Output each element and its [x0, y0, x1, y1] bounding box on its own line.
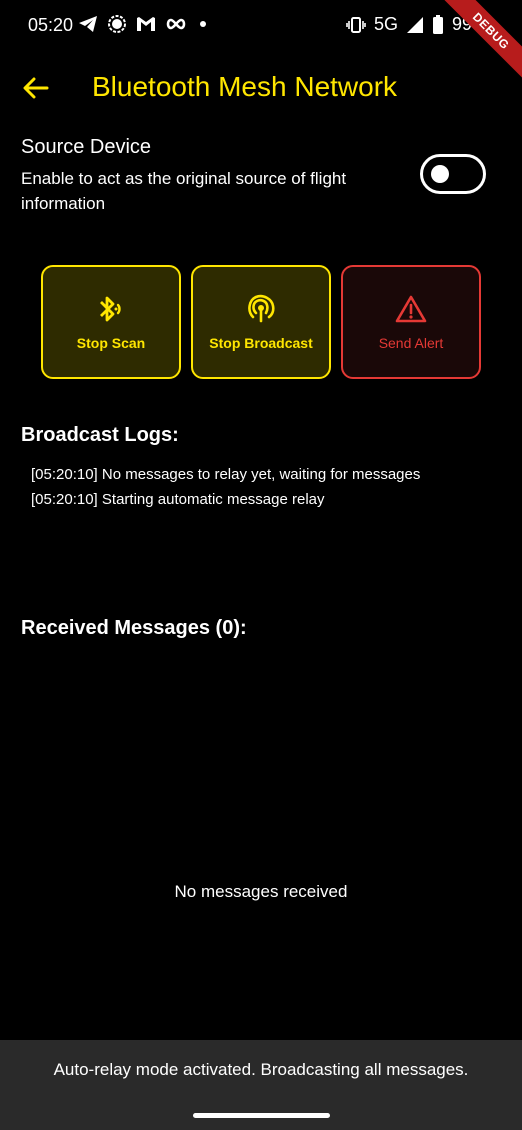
network-type: 5G	[373, 14, 398, 34]
send-alert-button[interactable]: Send Alert	[341, 265, 481, 379]
snackbar-text: Auto-relay mode activated. Broadcasting …	[53, 1060, 469, 1079]
screen: 05:20 5G 99 DEBUG Bluetooth Mesh Network…	[0, 0, 522, 1130]
telegram-icon	[78, 15, 98, 33]
gmail-icon	[136, 16, 156, 32]
snackbar: Auto-relay mode activated. Broadcasting …	[0, 1040, 522, 1130]
empty-messages-text: No messages received	[174, 882, 348, 901]
source-device-title: Source Device	[21, 136, 152, 158]
app-bar: Bluetooth Mesh Network	[0, 62, 522, 114]
status-bar: 05:20 5G 99	[0, 0, 522, 52]
stop-broadcast-label: Stop Broadcast	[209, 335, 313, 351]
arrow-back-icon	[23, 77, 49, 99]
broadcast-icon	[245, 293, 277, 325]
toggle-knob	[431, 165, 449, 183]
cell-signal-icon	[406, 16, 424, 34]
stop-scan-label: Stop Scan	[76, 335, 146, 351]
broadcast-logs-list: [05:20:10] No messages to relay yet, wai…	[31, 462, 501, 512]
warning-icon	[395, 293, 427, 325]
page-title: Bluetooth Mesh Network	[92, 71, 398, 102]
source-device-toggle[interactable]	[420, 154, 486, 194]
status-system-icons: 5G 99	[346, 14, 472, 35]
vibrate-icon	[346, 16, 366, 34]
log-entry: [05:20:10] Starting automatic message re…	[31, 491, 325, 508]
signal-app-icon	[107, 14, 127, 34]
source-device-description: Enable to act as the original source of …	[21, 169, 347, 213]
broadcast-logs-title: Broadcast Logs:	[21, 424, 179, 446]
status-notification-icons	[78, 14, 210, 34]
stop-broadcast-button[interactable]: Stop Broadcast	[191, 265, 331, 379]
battery-icon	[432, 14, 444, 35]
dot-icon	[196, 17, 210, 31]
home-indicator[interactable]	[193, 1113, 330, 1118]
log-entry: [05:20:10] No messages to relay yet, wai…	[31, 466, 421, 483]
status-time: 05:20	[28, 15, 74, 35]
bluetooth-searching-icon	[95, 293, 127, 325]
stop-scan-button[interactable]: Stop Scan	[41, 265, 181, 379]
send-alert-label: Send Alert	[378, 335, 444, 351]
back-button[interactable]	[18, 72, 54, 104]
received-messages-title: Received Messages (0):	[21, 617, 247, 639]
infinity-icon	[165, 17, 187, 31]
